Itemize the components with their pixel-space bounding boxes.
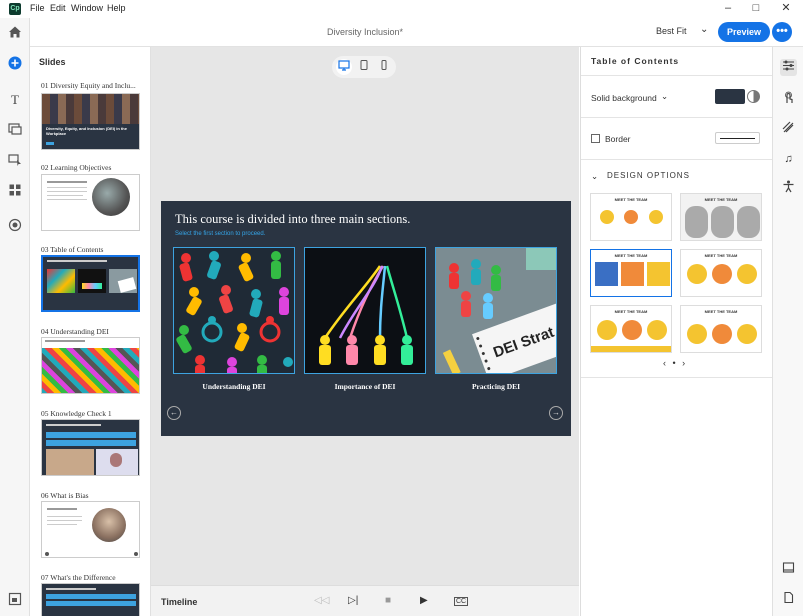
menu-edit[interactable]: Edit: [50, 3, 66, 13]
design-options-header[interactable]: DESIGN OPTIONS: [607, 171, 690, 180]
add-icon[interactable]: [7, 56, 23, 72]
menu-window[interactable]: Window: [71, 3, 103, 13]
interactions-icon[interactable]: [7, 153, 23, 169]
slide-thumb-5[interactable]: [41, 419, 140, 476]
slide-thumb-label-3: 03 Table of Contents: [41, 245, 104, 254]
section-label-importance[interactable]: Importance of DEI: [304, 382, 426, 391]
step-forward-icon[interactable]: ▷|: [348, 595, 358, 606]
slide-thumb-2[interactable]: [41, 174, 140, 231]
design-option-3[interactable]: MEET THE TEAM: [590, 249, 672, 297]
widgets-icon[interactable]: [7, 183, 23, 199]
thumb-title-text: Diversity, Equity, and Inclusion (DEI) i…: [46, 126, 127, 136]
slide-thumb-label-7: 07 What's the Difference: [41, 573, 116, 582]
properties-sliders-icon[interactable]: [780, 59, 797, 76]
design-option-1[interactable]: MEET THE TEAM: [590, 193, 672, 241]
title-bar: Cp File Edit Window Help – □ ✕: [0, 0, 803, 18]
previous-arrow-icon[interactable]: ←: [167, 406, 181, 420]
slide-thumb-label-1: 01 Diversity Equity and Inclu...: [41, 81, 136, 90]
slide-table-of-contents[interactable]: This course is divided into three main s…: [161, 201, 571, 436]
slide-heading[interactable]: This course is divided into three main s…: [175, 212, 410, 227]
layout-panel-icon[interactable]: [780, 561, 797, 578]
slide-canvas: This course is divided into three main s…: [151, 47, 579, 585]
slide-thumb-7[interactable]: [41, 583, 140, 616]
top-toolbar: Diversity Inclusion* Best Fit ⌄ Preview …: [30, 18, 803, 47]
border-style-select[interactable]: [715, 132, 760, 144]
notebook-people-image: DEI Strat: [436, 248, 556, 373]
slide-thumb-label-6: 06 What is Bias: [41, 491, 89, 500]
section-card-understanding[interactable]: [173, 247, 295, 374]
home-icon[interactable]: [7, 25, 23, 41]
left-rail: T: [0, 18, 30, 616]
chevron-down-icon[interactable]: ⌄: [661, 91, 668, 102]
right-rail: ♫: [772, 47, 803, 616]
slide-thumb-label-5: 05 Knowledge Check 1: [41, 409, 112, 418]
audio-icon[interactable]: ♫: [780, 151, 797, 168]
border-label: Border: [605, 134, 631, 144]
slide-thumb-4[interactable]: [41, 337, 140, 394]
zoom-fit-select[interactable]: Best Fit: [656, 26, 687, 36]
animation-icon[interactable]: [780, 121, 797, 138]
design-option-6[interactable]: MEET THE TEAM: [680, 305, 762, 353]
document-icon[interactable]: [780, 591, 797, 608]
properties-title: Table of Contents: [591, 56, 680, 66]
slide-thumb-label-2: 02 Learning Objectives: [41, 163, 112, 172]
properties-panel: Table of Contents Solid background ⌄ Bor…: [580, 47, 773, 616]
menu-file[interactable]: File: [30, 3, 45, 13]
captions-icon[interactable]: CC: [454, 597, 469, 606]
paper-people-image: [174, 248, 294, 373]
preview-button[interactable]: Preview: [718, 22, 770, 42]
background-type-select[interactable]: Solid background: [591, 93, 657, 103]
section-label-practicing[interactable]: Practicing DEI: [435, 382, 557, 391]
play-icon[interactable]: ▶: [420, 595, 428, 606]
chevron-down-icon[interactable]: ⌄: [700, 24, 708, 35]
design-option-2[interactable]: MEET THE TEAM: [680, 193, 762, 241]
device-preview-toggle: [332, 56, 396, 78]
app-window: Cp File Edit Window Help – □ ✕ Diversity…: [0, 0, 803, 616]
slide-thumb-3[interactable]: [41, 255, 140, 312]
people-photo: [92, 178, 130, 216]
slides-panel-title: Slides: [39, 57, 66, 67]
timeline-label[interactable]: Timeline: [161, 597, 197, 607]
design-option-5[interactable]: MEET THE TEAM: [590, 305, 672, 353]
section-card-importance[interactable]: [304, 247, 426, 374]
mobile-icon[interactable]: [376, 59, 392, 75]
menu-help[interactable]: Help: [107, 3, 126, 13]
slides-panel: Slides 01 Diversity Equity and Inclu... …: [31, 47, 151, 616]
interaction-touch-icon[interactable]: [780, 91, 797, 108]
background-color-swatch[interactable]: [715, 89, 745, 104]
chevron-down-icon[interactable]: ⌄: [591, 171, 598, 182]
team-photo: [42, 94, 139, 124]
thumb-accent-bar: [46, 142, 54, 145]
app-logo-icon: Cp: [9, 3, 21, 15]
design-pager[interactable]: ‹ • ›: [663, 358, 687, 368]
desktop-icon[interactable]: [336, 59, 352, 75]
skip-back-icon[interactable]: ◁◁: [314, 595, 329, 606]
minimize-icon[interactable]: –: [722, 2, 734, 14]
maximize-icon[interactable]: □: [750, 2, 762, 14]
more-options-button[interactable]: •••: [772, 22, 792, 42]
slide-thumb-6[interactable]: [41, 501, 140, 558]
slide-instruction[interactable]: Select the first section to proceed.: [175, 231, 265, 237]
accessibility-icon[interactable]: [780, 180, 797, 197]
timeline-bar: Timeline ◁◁ ▷| ■ ▶ CC: [151, 585, 579, 616]
design-option-4[interactable]: MEET THE TEAM: [680, 249, 762, 297]
slide-thumb-label-4: 04 Understanding DEI: [41, 327, 109, 336]
stop-icon[interactable]: ■: [385, 595, 391, 606]
color-picker-icon[interactable]: [747, 90, 760, 103]
tablet-icon[interactable]: [356, 59, 372, 75]
section-label-understanding[interactable]: Understanding DEI: [173, 382, 295, 391]
record-icon[interactable]: [7, 218, 23, 234]
text-icon[interactable]: T: [7, 92, 23, 108]
slide-thumb-1[interactable]: Diversity, Equity, and Inclusion (DEI) i…: [41, 93, 140, 150]
close-icon[interactable]: ✕: [780, 2, 792, 14]
media-icon[interactable]: [7, 122, 23, 138]
section-card-practicing[interactable]: DEI Strat: [435, 247, 557, 374]
arrows-people-image: [305, 248, 425, 373]
document-title: Diversity Inclusion*: [326, 27, 404, 37]
next-arrow-icon[interactable]: →: [549, 406, 563, 420]
panel-toggle-icon[interactable]: [7, 592, 23, 608]
border-checkbox[interactable]: [591, 134, 600, 143]
